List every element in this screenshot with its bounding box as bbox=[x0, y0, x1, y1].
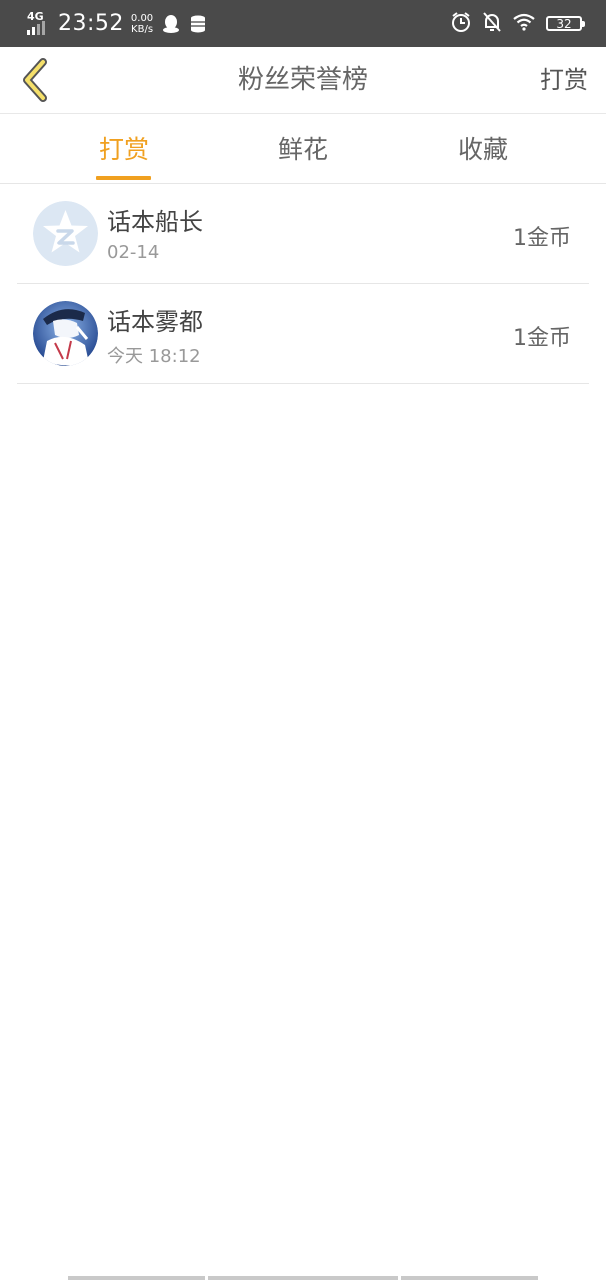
gesture-bar-center bbox=[208, 1276, 398, 1280]
reward-time: 02-14 bbox=[107, 242, 160, 263]
app-header: 粉丝荣誉榜 打赏 bbox=[0, 47, 606, 114]
avatar bbox=[33, 301, 98, 366]
page-title: 粉丝荣誉榜 bbox=[237, 65, 368, 95]
status-time: 23:52 bbox=[58, 11, 124, 36]
avatar bbox=[33, 201, 98, 266]
qq-icon bbox=[162, 14, 180, 34]
tab-flowers[interactable]: 鲜花 bbox=[243, 114, 363, 183]
tab-reward[interactable]: 打赏 bbox=[64, 114, 184, 183]
reward-amount: 1金币 bbox=[513, 226, 571, 251]
notification-off-icon bbox=[482, 11, 502, 37]
user-name: 话本船长 bbox=[107, 208, 203, 236]
active-tab-indicator bbox=[96, 176, 151, 180]
ranking-list: 话本船长 02-14 1金币 话本雾都 今天 18:12 1金币 bbox=[17, 184, 589, 384]
database-icon bbox=[189, 14, 209, 34]
gesture-bar-left bbox=[68, 1276, 205, 1280]
network-speed: 0.00 KB/s bbox=[130, 12, 154, 35]
reward-button[interactable]: 打赏 bbox=[540, 47, 588, 113]
signal-icon: 4G bbox=[26, 10, 52, 37]
list-item[interactable]: 话本雾都 今天 18:12 1金币 bbox=[17, 284, 589, 384]
wifi-icon bbox=[512, 13, 536, 35]
tab-favorites[interactable]: 收藏 bbox=[423, 114, 543, 183]
reward-time: 今天 18:12 bbox=[107, 346, 201, 367]
qzone-star-icon bbox=[33, 201, 98, 266]
gesture-bar-right bbox=[401, 1276, 538, 1280]
status-bar: 4G 23:52 0.00 KB/s 32 bbox=[0, 0, 606, 47]
alarm-icon bbox=[450, 11, 472, 37]
user-name: 话本雾都 bbox=[107, 308, 203, 336]
character-avatar-icon bbox=[33, 301, 98, 366]
list-item[interactable]: 话本船长 02-14 1金币 bbox=[17, 184, 589, 284]
reward-amount: 1金币 bbox=[513, 326, 571, 351]
tab-bar: 打赏 鲜花 收藏 bbox=[0, 114, 606, 184]
battery-icon: 32 bbox=[546, 16, 585, 31]
